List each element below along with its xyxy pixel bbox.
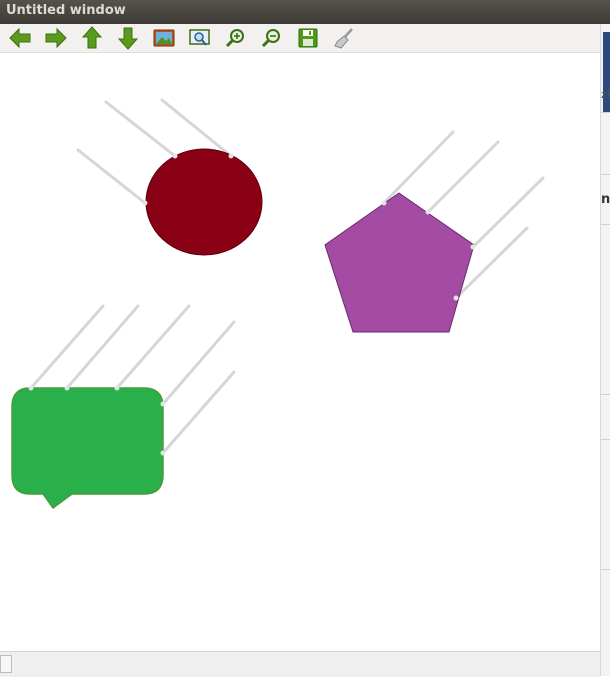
divider bbox=[601, 394, 610, 395]
status-bar bbox=[0, 651, 600, 677]
zoom-out-icon bbox=[261, 29, 280, 48]
arrow-up-icon bbox=[81, 26, 103, 49]
clear-button[interactable] bbox=[331, 26, 357, 50]
zoom-in-icon bbox=[225, 29, 244, 48]
divider bbox=[601, 174, 610, 175]
background-window-text: nt bbox=[601, 192, 610, 207]
zoom-fit-button[interactable] bbox=[187, 26, 213, 50]
down-button[interactable] bbox=[115, 26, 141, 50]
zoom-out-button[interactable] bbox=[259, 26, 285, 50]
image-button[interactable] bbox=[151, 26, 177, 50]
arrow-down-icon bbox=[117, 27, 139, 50]
background-window-text: zF bbox=[601, 88, 610, 101]
status-grip bbox=[0, 655, 12, 673]
green-speech-bubble-shape[interactable] bbox=[11, 387, 164, 510]
broom-icon bbox=[334, 28, 353, 49]
arrow-left-icon bbox=[9, 27, 31, 49]
save-icon bbox=[298, 28, 318, 48]
window-title: Untitled window bbox=[6, 3, 126, 18]
up-button[interactable] bbox=[79, 26, 105, 50]
red-circle-shape[interactable] bbox=[145, 148, 263, 256]
divider bbox=[601, 439, 610, 440]
zoom-in-button[interactable] bbox=[223, 26, 249, 50]
save-button[interactable] bbox=[295, 26, 321, 50]
toolbar bbox=[0, 24, 600, 53]
back-button[interactable] bbox=[7, 26, 33, 50]
drawing-canvas[interactable] bbox=[0, 53, 600, 651]
app-window bbox=[0, 0, 600, 677]
divider bbox=[601, 224, 610, 225]
title-bar[interactable]: Untitled window bbox=[0, 0, 610, 24]
zoom-fit-icon bbox=[189, 29, 210, 46]
arrow-right-icon bbox=[45, 27, 67, 49]
purple-pentagon-shape[interactable] bbox=[324, 192, 475, 333]
background-window-edge: zF nt bbox=[600, 24, 610, 676]
divider bbox=[601, 112, 610, 113]
image-icon bbox=[153, 29, 175, 47]
canvas-drawing bbox=[11, 98, 545, 510]
forward-button[interactable] bbox=[43, 26, 69, 50]
divider bbox=[601, 569, 610, 570]
